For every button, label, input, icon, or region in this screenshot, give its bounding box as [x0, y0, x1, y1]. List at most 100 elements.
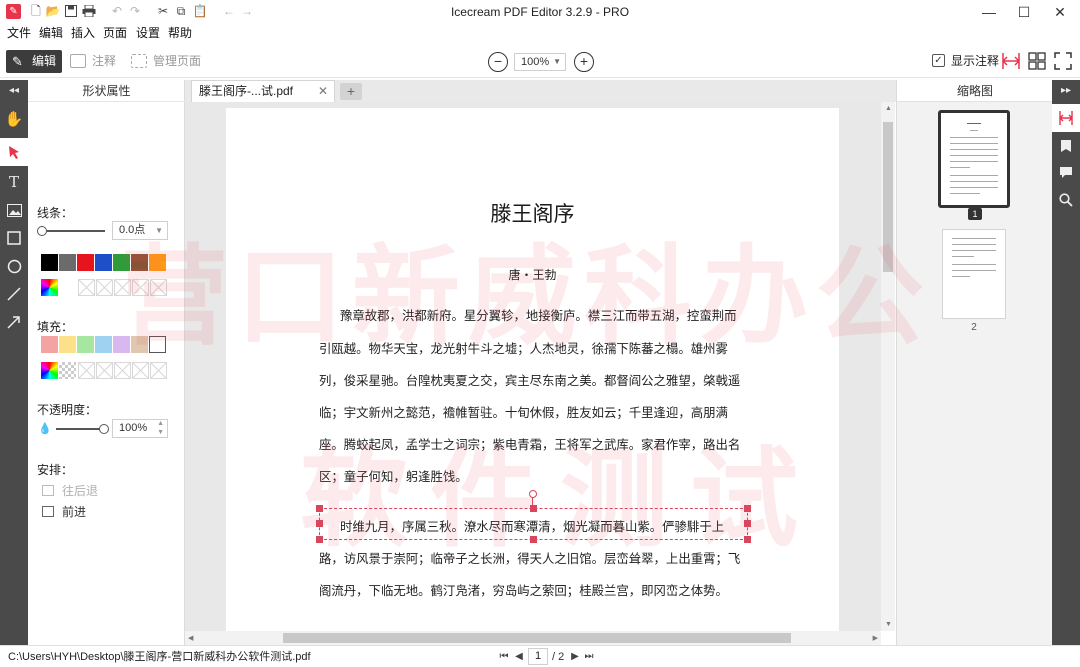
paragraph-line[interactable]: 区；童子何知，躬逢胜饯。: [319, 467, 468, 485]
paragraph-line[interactable]: 临；宇文新州之懿范，襜帷暂驻。十旬休假，胜友如云；千里逢迎，高朋满: [319, 403, 728, 421]
resize-handle-w[interactable]: [316, 520, 323, 527]
manage-pages-button[interactable]: 管理页面: [131, 50, 201, 73]
edit-mode-button[interactable]: ✎ 编辑: [6, 50, 62, 73]
comments-icon[interactable]: [1052, 158, 1080, 186]
page-thumbnail[interactable]: [938, 110, 1010, 208]
select-tool-icon[interactable]: [0, 138, 28, 166]
show-notes-checkbox[interactable]: ✓: [932, 54, 945, 67]
save-icon[interactable]: [63, 3, 79, 19]
color-swatch[interactable]: [95, 336, 112, 353]
document-tab[interactable]: 滕王阁序-...试.pdf ✕: [191, 80, 335, 102]
document-viewport[interactable]: 滕王阁序 唐・王勃 豫章故郡，洪都新府。星分翼轸，地接衡庐。襟三江而带五湖，控蛮…: [185, 102, 881, 631]
resize-handle-e[interactable]: [744, 520, 751, 527]
send-back-button[interactable]: 往后退: [42, 483, 98, 499]
empty-swatch[interactable]: [150, 279, 167, 296]
forward-icon[interactable]: →: [239, 3, 255, 19]
scroll-thumb[interactable]: [283, 633, 791, 643]
print-icon[interactable]: [81, 3, 97, 19]
resize-handle-s[interactable]: [530, 536, 537, 543]
color-swatch[interactable]: [41, 254, 58, 271]
paragraph-line[interactable]: 座。腾蛟起凤，孟学士之词宗；紫电青霜，王将军之武库。家君作宰，路出名: [319, 435, 740, 453]
zoom-select[interactable]: 100% ▼: [514, 53, 566, 71]
stroke-slider[interactable]: [47, 230, 105, 232]
color-swatch[interactable]: [77, 254, 94, 271]
open-folder-icon[interactable]: 📂: [45, 3, 61, 19]
color-swatch[interactable]: [77, 336, 94, 353]
collapse-right-icon[interactable]: ▸▸: [1052, 80, 1080, 102]
undo-icon[interactable]: ↶: [109, 3, 125, 19]
ellipse-tool-icon[interactable]: [0, 252, 28, 280]
grid-view-icon[interactable]: [1028, 52, 1046, 70]
color-swatch[interactable]: [59, 336, 76, 353]
next-page-icon[interactable]: ▶: [569, 649, 581, 665]
search-icon[interactable]: [1052, 186, 1080, 214]
opacity-slider-knob[interactable]: [99, 424, 109, 434]
collapse-left-icon[interactable]: ◂◂: [0, 80, 28, 102]
rectangle-tool-icon[interactable]: [0, 224, 28, 252]
bookmark-icon[interactable]: [1052, 132, 1080, 160]
stroke-width-input[interactable]: 0.0点 ▼: [112, 221, 168, 240]
minimize-icon[interactable]: —: [969, 0, 1009, 24]
resize-handle-ne[interactable]: [744, 505, 751, 512]
fit-width-icon[interactable]: [1001, 52, 1021, 70]
paragraph-line[interactable]: 列，俊采星驰。台隍枕夷夏之交，宾主尽东南之美。都督阎公之雅望，棨戟遥: [319, 371, 740, 389]
empty-swatch[interactable]: [132, 279, 149, 296]
paragraph-line[interactable]: 路，访风景于崇阿；临帝子之长洲，得天人之旧馆。层峦耸翠，上出重霄；飞: [319, 549, 740, 567]
close-icon[interactable]: ✕: [1040, 0, 1080, 24]
resize-handle-se[interactable]: [744, 536, 751, 543]
rotate-handle[interactable]: [529, 490, 537, 498]
transparent-swatch[interactable]: [59, 362, 76, 379]
empty-swatch[interactable]: [78, 279, 95, 296]
thumbnails-tab-icon[interactable]: [1052, 104, 1080, 132]
empty-swatch[interactable]: [132, 362, 149, 379]
image-tool-icon[interactable]: [0, 196, 28, 224]
color-swatch[interactable]: [113, 336, 130, 353]
color-swatch[interactable]: [131, 254, 148, 271]
last-page-icon[interactable]: ⏭: [583, 649, 595, 665]
bring-forward-button[interactable]: 前进: [42, 504, 86, 520]
color-swatch[interactable]: [41, 336, 58, 353]
cut-icon[interactable]: ✂: [155, 3, 171, 19]
paragraph-line[interactable]: 阁流丹，下临无地。鹤汀凫渚，穷岛屿之萦回；桂殿兰宫，即冈峦之体势。: [319, 581, 728, 599]
page-number-input[interactable]: 1: [528, 648, 548, 665]
empty-swatch[interactable]: [114, 362, 131, 379]
empty-swatch[interactable]: [78, 362, 95, 379]
stroke-custom-color[interactable]: [41, 279, 58, 296]
prev-page-icon[interactable]: ◀: [513, 649, 525, 665]
stroke-slider-knob[interactable]: [37, 226, 47, 236]
line-tool-icon[interactable]: [0, 280, 28, 308]
color-swatch[interactable]: [113, 254, 130, 271]
first-page-icon[interactable]: ⏮: [498, 649, 510, 665]
pdf-page[interactable]: 滕王阁序 唐・王勃 豫章故郡，洪都新府。星分翼轸，地接衡庐。襟三江而带五湖，控蛮…: [226, 108, 839, 631]
scroll-thumb[interactable]: [883, 122, 893, 272]
hand-tool-icon[interactable]: ✋: [0, 106, 28, 134]
resize-handle-n[interactable]: [530, 505, 537, 512]
scroll-right-icon[interactable]: ▶: [873, 634, 878, 642]
document-title[interactable]: 滕王阁序: [226, 198, 839, 228]
resize-handle-nw[interactable]: [316, 505, 323, 512]
menu-page[interactable]: 页面: [103, 24, 127, 42]
empty-swatch[interactable]: [96, 279, 113, 296]
close-tab-icon[interactable]: ✕: [318, 81, 328, 102]
zoom-in-button[interactable]: +: [574, 52, 594, 72]
back-icon[interactable]: ←: [221, 3, 237, 19]
fill-custom-color[interactable]: [41, 362, 58, 379]
scroll-left-icon[interactable]: ◀: [188, 634, 193, 642]
opacity-input[interactable]: 100% ▲ ▼: [112, 419, 168, 438]
vertical-scrollbar[interactable]: ▲ ▼: [881, 102, 895, 631]
color-swatch[interactable]: [149, 254, 166, 271]
paragraph-line[interactable]: 引瓯越。物华天宝，龙光射牛斗之墟；人杰地灵，徐孺下陈蕃之榻。雄州雾: [319, 339, 728, 357]
color-swatch[interactable]: [131, 336, 148, 353]
page-thumbnail[interactable]: [942, 229, 1006, 319]
redo-icon[interactable]: ↷: [127, 3, 143, 19]
color-swatch[interactable]: [95, 254, 112, 271]
annotate-mode-button[interactable]: 注释: [70, 50, 116, 73]
paragraph-line[interactable]: 豫章故郡，洪都新府。星分翼轸，地接衡庐。襟三江而带五湖，控蛮荆而: [340, 306, 737, 324]
zoom-out-button[interactable]: −: [488, 52, 508, 72]
document-author[interactable]: 唐・王勃: [226, 266, 839, 283]
menu-help[interactable]: 帮助: [168, 24, 192, 42]
text-tool-icon[interactable]: T: [0, 168, 28, 196]
scroll-down-icon[interactable]: ▼: [885, 621, 892, 628]
menu-settings[interactable]: 设置: [136, 24, 160, 42]
empty-swatch[interactable]: [150, 362, 167, 379]
